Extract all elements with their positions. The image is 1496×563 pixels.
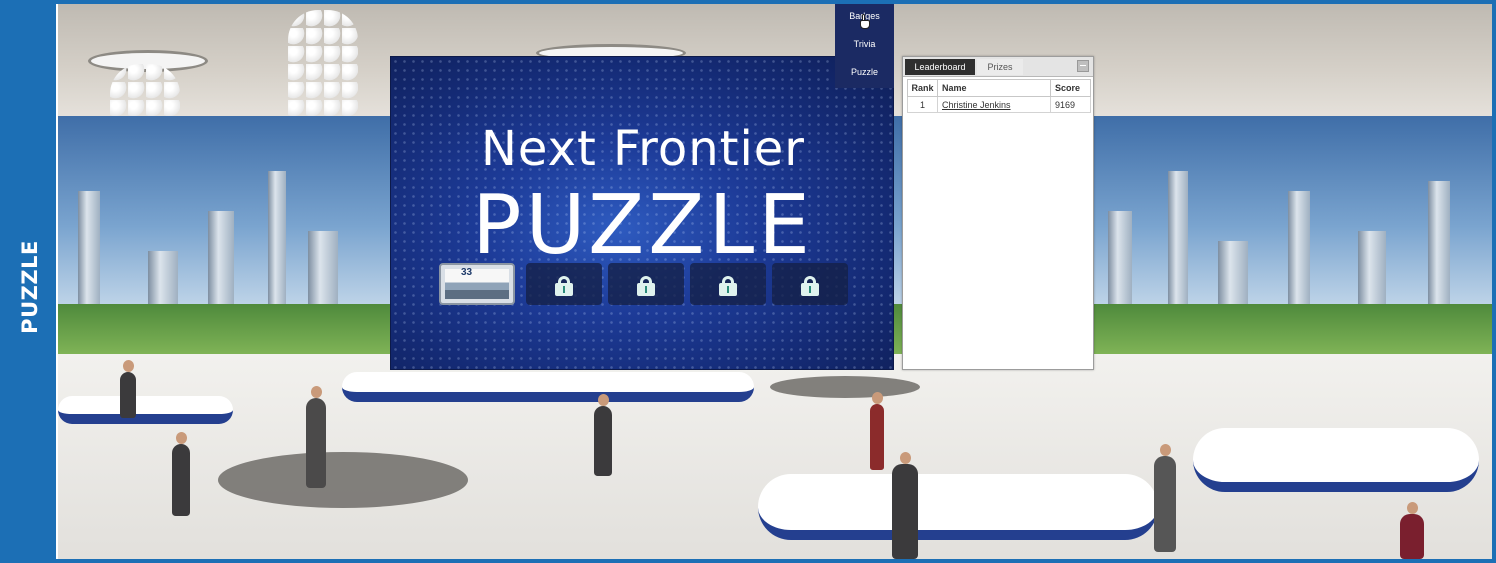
- lock-icon: [555, 276, 573, 296]
- puzzle-piece-locked[interactable]: [608, 263, 684, 305]
- player-name-link[interactable]: Christine Jenkins: [942, 100, 1011, 110]
- column-header-score: Score: [1050, 79, 1091, 97]
- section-side-tab: PUZZLE: [4, 4, 56, 559]
- curved-bench: [1193, 428, 1479, 492]
- puzzle-piece-number: 33: [461, 267, 473, 278]
- leaderboard-tabs: Leaderboard Prizes: [903, 57, 1093, 77]
- puzzle-title-line-2: PUZZLE: [472, 178, 814, 273]
- puzzle-piece-thumbnail: [445, 269, 509, 299]
- lock-icon: [801, 276, 819, 296]
- hand-cursor-icon: [859, 14, 871, 29]
- curved-bench: [342, 372, 754, 402]
- section-title: PUZZLE: [18, 240, 42, 334]
- avatar: [120, 360, 136, 418]
- table-header-row: Rank Name Score: [907, 79, 1091, 97]
- avatar: [1154, 444, 1176, 552]
- rank-cell: 1: [907, 96, 938, 113]
- games-menu: Badges Trivia Puzzle: [835, 4, 894, 88]
- puzzle-piece-unlocked[interactable]: 33: [439, 263, 515, 305]
- lounge-rug: [770, 376, 920, 398]
- column-header-rank: Rank: [907, 79, 938, 97]
- puzzle-piece-locked[interactable]: [690, 263, 766, 305]
- puzzle-title-line-1: Next Frontier: [480, 121, 806, 177]
- avatar: [306, 386, 326, 488]
- tab-prizes[interactable]: Prizes: [977, 59, 1023, 75]
- leaderboard-panel: Leaderboard Prizes Rank Name Score 1 Chr…: [902, 56, 1094, 370]
- menu-item-puzzle[interactable]: Puzzle: [835, 67, 894, 77]
- lock-icon: [637, 276, 655, 296]
- minimize-icon[interactable]: [1077, 60, 1089, 72]
- lounge-rug: [218, 452, 468, 508]
- leaderboard-table: Rank Name Score 1 Christine Jenkins 9169: [907, 79, 1091, 113]
- score-cell: 9169: [1050, 96, 1091, 113]
- puzzle-panel: Next Frontier PUZZLE 33: [390, 56, 894, 370]
- puzzle-piece-locked[interactable]: [772, 263, 848, 305]
- avatar: [870, 392, 884, 470]
- curved-bench: [758, 474, 1158, 540]
- avatar: [172, 432, 190, 516]
- menu-item-trivia[interactable]: Trivia: [835, 39, 894, 49]
- lock-icon: [719, 276, 737, 296]
- curved-bench: [58, 396, 233, 424]
- puzzle-piece-locked[interactable]: [526, 263, 602, 305]
- name-cell: Christine Jenkins: [937, 96, 1051, 113]
- column-header-name: Name: [937, 79, 1051, 97]
- table-row: 1 Christine Jenkins 9169: [907, 96, 1091, 113]
- avatar: [594, 394, 612, 476]
- tab-leaderboard[interactable]: Leaderboard: [905, 59, 975, 75]
- avatar: [892, 452, 918, 559]
- avatar: [1400, 502, 1424, 559]
